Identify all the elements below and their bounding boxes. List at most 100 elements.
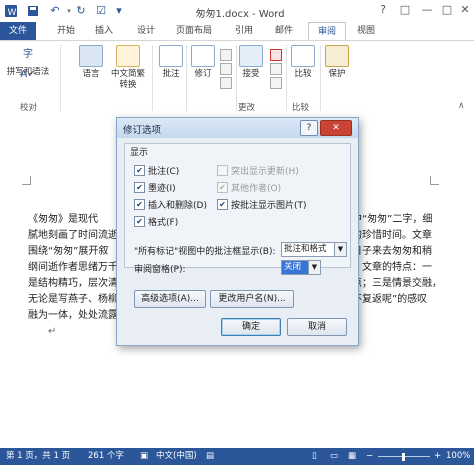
- language-status[interactable]: 中文(中国): [156, 448, 197, 465]
- track-changes-button[interactable]: 修订: [188, 43, 218, 93]
- track-changes-icon: [191, 45, 215, 67]
- tab-mailings[interactable]: 邮件: [266, 22, 302, 40]
- read-mode-icon[interactable]: ▯: [312, 448, 317, 465]
- change-user-name-button[interactable]: 更改用户名(N)...: [210, 290, 294, 308]
- window-title: 匆匆1.docx - Word: [195, 9, 285, 20]
- status-bar: 第 1 页，共 1 页 261 个字 ▣ 中文(中国) ▤ ▯ ▭ ▦ − + …: [0, 448, 474, 465]
- ribbon: 字A✓ 拼写和语法 语言 中文简繁 转换 批注 修订 接受 比较 保护 校对 更…: [0, 40, 474, 117]
- macro-icon[interactable]: ▤: [206, 448, 214, 465]
- comments-checkbox-label: 批注(C): [148, 167, 180, 177]
- ok-button[interactable]: 确定: [221, 318, 281, 336]
- language-button[interactable]: 语言: [76, 43, 106, 93]
- next-change-icon[interactable]: [270, 77, 282, 89]
- reviewing-pane-select[interactable]: 关闭 ▼: [281, 260, 321, 275]
- tab-view[interactable]: 视图: [348, 22, 384, 40]
- tab-insert[interactable]: 插入: [86, 22, 122, 40]
- ink-checkbox[interactable]: ✔: [134, 182, 145, 193]
- balloons-select[interactable]: 批注和格式 ▼: [281, 242, 347, 257]
- ribbon-divider: [186, 45, 187, 111]
- tab-file[interactable]: 文件: [0, 22, 36, 40]
- accept-icon: [239, 45, 263, 67]
- help-icon[interactable]: ?: [372, 2, 394, 18]
- zoom-slider-thumb[interactable]: [402, 453, 405, 461]
- group-label-proofing: 校对: [20, 103, 38, 113]
- show-markup-icon[interactable]: [220, 63, 232, 75]
- comments-checkbox[interactable]: ✔: [134, 165, 145, 176]
- tab-review[interactable]: 审阅: [308, 22, 346, 41]
- word-count[interactable]: 261 个字: [88, 448, 124, 465]
- chinese-convert-button[interactable]: 中文简繁 转换: [106, 43, 150, 93]
- title-bar: W ↶ ▾ ↻ ☑ ▾ 匆匆1.docx - Word ? □ — □ ✕: [0, 0, 474, 23]
- save-check-icon[interactable]: ☑: [94, 4, 108, 18]
- dialog-close-icon[interactable]: ✕: [320, 120, 352, 136]
- document-line-right: 。文章的特点：一: [352, 262, 432, 273]
- other-authors-label: 其他作者(O): [231, 184, 282, 194]
- comment-icon: [159, 45, 183, 67]
- protect-button[interactable]: 保护: [322, 43, 352, 93]
- cancel-button[interactable]: 取消: [287, 318, 347, 336]
- dialog-help-icon[interactable]: ?: [300, 120, 318, 136]
- comments-button[interactable]: 批注: [156, 43, 186, 93]
- tab-layout[interactable]: 页面布局: [168, 22, 220, 40]
- spelling-icon: 字A✓: [20, 49, 36, 80]
- document-line-right: 点；三是情景交融，: [352, 278, 442, 289]
- minimize-icon[interactable]: —: [416, 2, 438, 18]
- pictures-by-comments-label: 按批注显示图片(T): [231, 201, 307, 211]
- insert-delete-checkbox[interactable]: ✔: [134, 199, 145, 210]
- tab-home[interactable]: 开始: [48, 22, 84, 40]
- svg-text:W: W: [8, 8, 17, 18]
- zoom-level[interactable]: 100%: [446, 448, 470, 465]
- formatting-checkbox[interactable]: ✔: [134, 216, 145, 227]
- proofing-status-icon[interactable]: ▣: [140, 448, 148, 465]
- balloons-label: "所有标记"视图中的批注框显示(B):: [134, 247, 276, 257]
- pictures-by-comments-checkbox[interactable]: ✔: [217, 199, 228, 210]
- paragraph-mark-icon: ↵: [48, 326, 57, 337]
- print-layout-icon[interactable]: ▭: [330, 448, 338, 465]
- display-group-label: 显示: [128, 145, 151, 158]
- reviewing-pane-select-value: 关闭: [284, 262, 302, 272]
- reject-icon[interactable]: [270, 49, 282, 61]
- compare-icon: [291, 45, 315, 67]
- redo-icon[interactable]: ↻: [74, 4, 88, 18]
- spelling-button[interactable]: 字A✓ 拼写和语法: [6, 43, 50, 93]
- accept-button[interactable]: 接受: [236, 43, 266, 93]
- advanced-options-button[interactable]: 高级选项(A)...: [134, 290, 206, 308]
- tab-design[interactable]: 设计: [128, 22, 164, 40]
- document-line-right: 中“匆匆”二字，细: [352, 214, 433, 225]
- compare-button[interactable]: 比较: [288, 43, 318, 93]
- zoom-out-icon[interactable]: −: [366, 448, 373, 465]
- ribbon-divider: [320, 45, 321, 111]
- web-layout-icon[interactable]: ▦: [348, 448, 356, 465]
- close-icon[interactable]: ✕: [454, 2, 474, 18]
- ribbon-divider: [286, 45, 287, 111]
- highlight-updates-checkbox[interactable]: [217, 165, 228, 176]
- group-label-compare: 比较: [292, 103, 310, 113]
- page-count[interactable]: 第 1 页，共 1 页: [6, 448, 70, 465]
- collapse-ribbon-icon[interactable]: ∧: [458, 101, 465, 111]
- dialog-title-bar[interactable]: 修订选项 ? ✕: [117, 118, 358, 138]
- chevron-down-icon[interactable]: ▼: [308, 261, 320, 274]
- previous-change-icon[interactable]: [270, 63, 282, 75]
- zoom-in-icon[interactable]: +: [434, 448, 441, 465]
- margin-mark: [22, 176, 31, 185]
- markup-icon[interactable]: [220, 49, 232, 61]
- language-icon: [79, 45, 103, 67]
- chevron-down-icon[interactable]: ▼: [334, 243, 346, 256]
- reviewing-pane-label: 审阅窗格(P):: [134, 265, 186, 275]
- ribbon-display-icon[interactable]: □: [394, 2, 416, 18]
- changes-mini-buttons[interactable]: [270, 47, 282, 103]
- document-line-right: 不复返呢”的感叹: [352, 294, 428, 305]
- highlight-updates-label: 突出显示更新(H): [231, 167, 299, 177]
- word-logo-icon: W: [4, 4, 18, 18]
- group-label-changes: 更改: [238, 103, 256, 113]
- undo-icon[interactable]: ↶: [48, 4, 62, 18]
- reviewing-pane-icon[interactable]: [220, 77, 232, 89]
- save-icon[interactable]: [26, 4, 40, 18]
- tab-references[interactable]: 引用: [226, 22, 262, 40]
- document-line-right: 日子来去匆匆和稍: [352, 246, 432, 257]
- convert-icon: [116, 45, 140, 67]
- tracking-mini-buttons[interactable]: [220, 47, 232, 103]
- other-authors-checkbox[interactable]: ✔: [217, 182, 228, 193]
- ribbon-divider: [60, 45, 61, 111]
- quick-access-more-icon[interactable]: ▾: [112, 4, 126, 18]
